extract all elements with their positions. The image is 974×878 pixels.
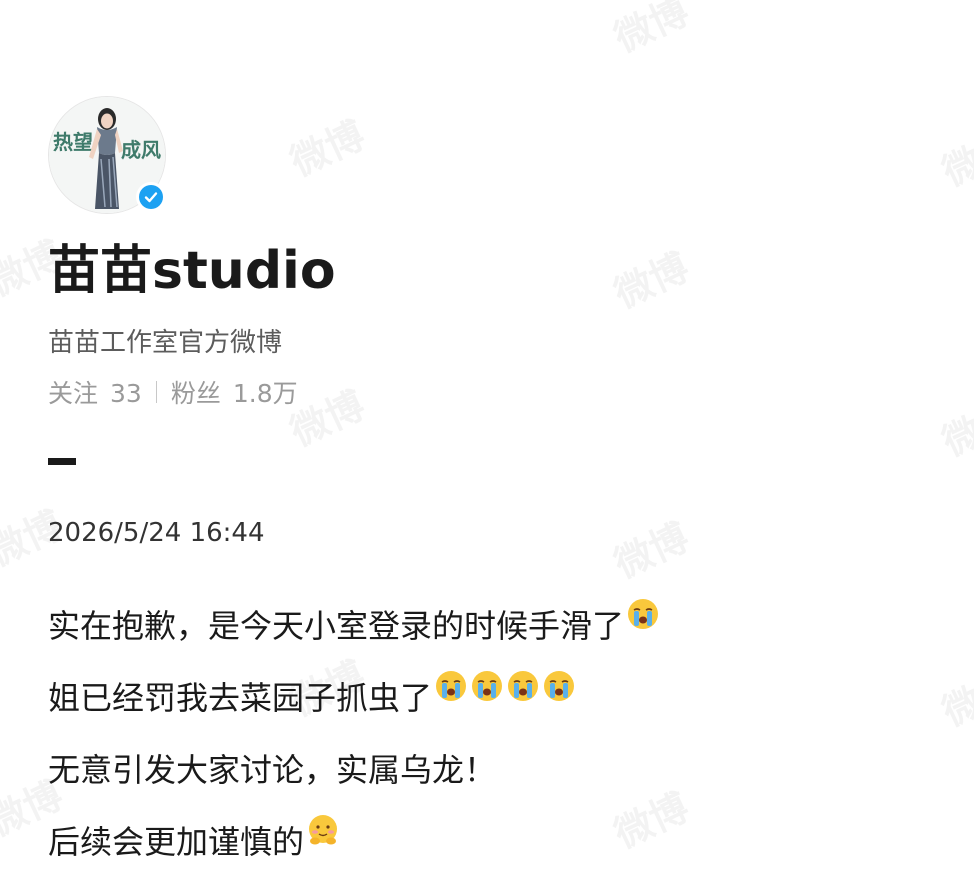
- shy-emoji-icon: [309, 815, 338, 845]
- stats-divider: [155, 381, 157, 403]
- crying-emoji-icon: [508, 671, 539, 701]
- post-body: 实在抱歉，是今天小室登录的时候手滑了 姐已经罚我去菜园子抓虫了 无意引发大家讨论…: [48, 584, 660, 872]
- avatar-lettering-left: 热望: [53, 130, 93, 154]
- watermark: 微博: [932, 115, 974, 197]
- post-line-text: 无意引发大家讨论，实属乌龙！: [48, 751, 497, 789]
- post-line-text: 姐已经罚我去菜园子抓虫了: [48, 679, 433, 717]
- avatar-lettering-right: 成风: [121, 138, 161, 162]
- post-line: 姐已经罚我去菜园子抓虫了: [48, 656, 660, 728]
- watermark: 微博: [280, 105, 372, 187]
- post-line-emojis: [432, 668, 576, 728]
- following-stat[interactable]: 关注 33: [48, 374, 142, 410]
- post-line-text: 后续会更加谨慎的: [48, 823, 305, 861]
- crying-emoji-icon: [436, 671, 467, 701]
- post-line: 实在抱歉，是今天小室登录的时候手滑了: [48, 584, 660, 656]
- watermark: 微博: [604, 237, 696, 319]
- crying-emoji-icon: [628, 599, 659, 629]
- verified-check-icon: [139, 185, 163, 209]
- profile-bio: 苗苗工作室官方微博: [48, 328, 283, 358]
- verified-badge: [136, 182, 166, 212]
- post-line-emojis: [304, 812, 340, 872]
- followers-label: 粉丝: [170, 379, 221, 408]
- profile-stats: 关注 33 粉丝 1.8万: [48, 374, 298, 410]
- following-count: 33: [110, 379, 142, 408]
- profile-name[interactable]: 苗苗studio: [48, 228, 336, 303]
- followers-stat[interactable]: 粉丝 1.8万: [171, 374, 298, 410]
- post-line-emojis: [624, 596, 660, 656]
- followers-count: 1.8万: [232, 379, 298, 408]
- post-timestamp: 2026/5/24 16:44: [48, 518, 265, 548]
- crying-emoji-icon: [544, 671, 575, 701]
- watermark: 微博: [932, 385, 974, 467]
- profile-header: 热望 成风: [48, 96, 166, 214]
- avatar[interactable]: 热望 成风: [48, 96, 166, 214]
- section-divider: [48, 458, 76, 465]
- crying-emoji-icon: [472, 671, 503, 701]
- post-line-text: 实在抱歉，是今天小室登录的时候手滑了: [48, 607, 625, 645]
- post-line: 后续会更加谨慎的: [48, 800, 660, 872]
- watermark: 微博: [604, 0, 696, 62]
- watermark: 微博: [604, 507, 696, 589]
- post-line: 无意引发大家讨论，实属乌龙！: [48, 728, 660, 800]
- following-label: 关注: [48, 379, 99, 408]
- watermark: 微博: [932, 655, 974, 737]
